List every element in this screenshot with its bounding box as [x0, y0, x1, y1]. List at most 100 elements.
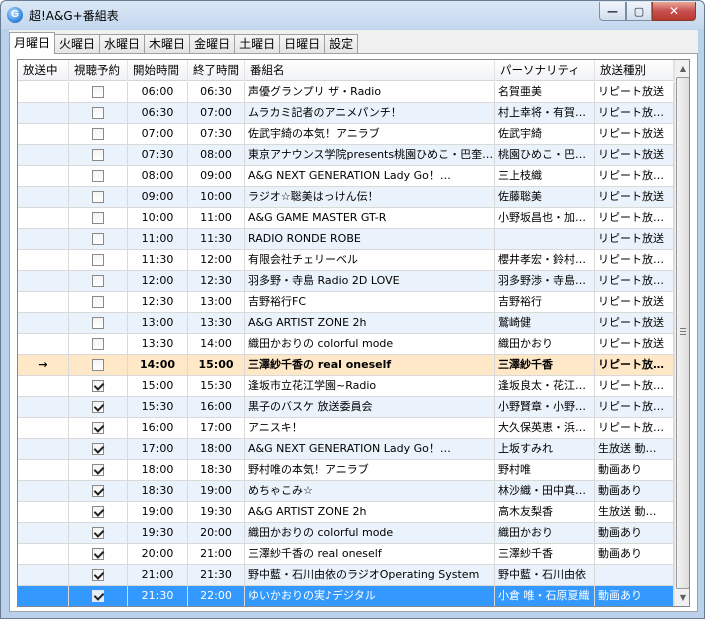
reserve-checkbox[interactable] [92, 548, 104, 560]
reserve-checkbox[interactable] [92, 443, 104, 455]
scroll-thumb[interactable] [676, 77, 689, 589]
program-title: A&G ARTIST ZONE 2h [245, 502, 495, 523]
start-time: 12:30 [128, 292, 188, 313]
table-row[interactable]: 15:30 16:00 黒子のバスケ 放送委員会 小野賢章・小野… リピート放送 … [18, 397, 674, 418]
vertical-scrollbar[interactable]: ▲ ▼ [674, 60, 689, 606]
column-header[interactable]: 放送中 [18, 60, 69, 81]
table-row[interactable]: 21:00 21:30 野中藍・石川由依のラジオOperating System 野中… [18, 565, 674, 586]
reserve-checkbox[interactable] [92, 86, 104, 98]
tab-6[interactable]: 日曜日 [279, 34, 326, 54]
table-row[interactable]: 10:00 11:00 A&G GAME MASTER GT-R 小野坂昌也・加… リピ… [18, 208, 674, 229]
start-time: 06:30 [128, 103, 188, 124]
schedule-grid[interactable]: 放送中 視聴予約 開始時間 終了時間 番組名 パーソナリティ 放送種別 06:00 06:30… [17, 59, 690, 607]
reserve-checkbox[interactable] [92, 464, 104, 476]
table-row[interactable]: 07:30 08:00 東京アナウンス学院presents桃園ひめこ・巴奎依… 桃園ひ… [18, 145, 674, 166]
reserve-checkbox[interactable] [92, 212, 104, 224]
table-row[interactable]: 15:00 15:30 逢坂市立花江学園~Radio 逢坂良太・花江… リピート放送 … [18, 376, 674, 397]
reserve-checkbox[interactable] [92, 254, 104, 266]
table-row[interactable]: 16:00 17:00 アニスキ！ 大久保英恵・浜… リピート放送 … [18, 418, 674, 439]
reserve-checkbox[interactable] [92, 317, 104, 329]
table-row[interactable]: 11:30 12:00 有限会社チェリーベル 櫻井孝宏・鈴村… リピート放送 … [18, 250, 674, 271]
reserve-checkbox[interactable] [92, 275, 104, 287]
start-time: 11:30 [128, 250, 188, 271]
table-row[interactable]: → 14:00 15:00 三澤紗千香の real oneself 三澤紗千香 リピート放… [18, 355, 674, 376]
reserve-checkbox[interactable] [92, 506, 104, 518]
personality: 三澤紗千香 [495, 544, 595, 565]
reserve-checkbox[interactable] [92, 569, 104, 581]
table-row[interactable]: 07:00 07:30 佐武宇綺の本気！アニラブ 佐武宇綺 リピート放送 [18, 124, 674, 145]
reserve-checkbox[interactable] [92, 590, 104, 602]
table-row[interactable]: 19:00 19:30 A&G ARTIST ZONE 2h 高木友梨香 生放送 動… [18, 502, 674, 523]
onair-indicator [18, 460, 69, 481]
day-tabs: 月曜日 火曜日 水曜日 木曜日 金曜日 土曜日 日曜日 設定 [9, 32, 359, 54]
tab-4[interactable]: 金曜日 [189, 34, 236, 54]
personality: 三澤紗千香 [495, 355, 595, 376]
reserve-checkbox[interactable] [92, 170, 104, 182]
table-row[interactable]: 18:30 19:00 めちゃこみ☆ 林沙織・田中真… 動画あり [18, 481, 674, 502]
table-row[interactable]: 13:30 14:00 織田かおりの colorful mode 織田かおり リピート放… [18, 334, 674, 355]
program-title: ムラカミ記者のアニメパンチ！ [245, 103, 495, 124]
reserve-checkbox[interactable] [92, 191, 104, 203]
table-row[interactable]: 08:00 09:00 A&G NEXT GENERATION Lady Go！… 三… [18, 166, 674, 187]
personality: 大久保英恵・浜… [495, 418, 595, 439]
column-header[interactable]: パーソナリティ [495, 60, 595, 81]
reserve-checkbox[interactable] [92, 422, 104, 434]
reserve-checkbox[interactable] [92, 380, 104, 392]
broadcast-type: 生放送 動… [595, 439, 674, 460]
personality: 小野坂昌也・加… [495, 208, 595, 229]
column-header[interactable]: 放送種別 [595, 60, 674, 81]
app-icon[interactable]: G [7, 7, 23, 23]
table-row[interactable]: 17:00 18:00 A&G NEXT GENERATION Lady Go！… 上… [18, 439, 674, 460]
program-title: 佐武宇綺の本気！アニラブ [245, 124, 495, 145]
tab-1[interactable]: 火曜日 [54, 34, 101, 54]
end-time: 18:30 [188, 460, 245, 481]
personality: 野村唯 [495, 460, 595, 481]
tab-2[interactable]: 水曜日 [99, 34, 146, 54]
table-row[interactable]: 21:30 22:00 ゆいかおりの実♪デジタル 小倉 唯・石原夏織 動画あり [18, 586, 674, 606]
column-header[interactable]: 視聴予約 [69, 60, 128, 81]
tab-7[interactable]: 設定 [324, 34, 359, 54]
reserve-checkbox[interactable] [92, 359, 104, 371]
table-row[interactable]: 06:30 07:00 ムラカミ記者のアニメパンチ！ 村上幸将・有賀… リピート放送 … [18, 103, 674, 124]
table-row[interactable]: 13:00 13:30 A&G ARTIST ZONE 2h 鷲崎健 リピート放送 [18, 313, 674, 334]
reserve-checkbox[interactable] [92, 233, 104, 245]
scroll-up-button[interactable]: ▲ [675, 60, 689, 77]
reserve-checkbox[interactable] [92, 107, 104, 119]
personality: 織田かおり [495, 334, 595, 355]
reserve-checkbox[interactable] [92, 296, 104, 308]
column-header[interactable]: 番組名 [245, 60, 495, 81]
program-title: 三澤紗千香の real oneself [245, 544, 495, 565]
reserve-cell [69, 586, 128, 606]
onair-indicator [18, 271, 69, 292]
tab-0[interactable]: 月曜日 [9, 32, 56, 54]
end-time: 19:00 [188, 481, 245, 502]
reserve-cell [69, 271, 128, 292]
tab-3[interactable]: 木曜日 [144, 34, 191, 54]
table-row[interactable]: 09:00 10:00 ラジオ☆聡美はっけん伝！ 佐藤聡美 リピート放送 [18, 187, 674, 208]
scroll-down-button[interactable]: ▼ [675, 589, 689, 606]
reserve-checkbox[interactable] [92, 485, 104, 497]
window-title: 超!A&G+番組表 [29, 9, 119, 23]
reserve-checkbox[interactable] [92, 338, 104, 350]
table-row[interactable]: 19:30 20:00 織田かおりの colorful mode 織田かおり 動画あり [18, 523, 674, 544]
table-row[interactable]: 18:00 18:30 野村唯の本気！アニラブ 野村唯 動画あり [18, 460, 674, 481]
reserve-checkbox[interactable] [92, 401, 104, 413]
end-time: 21:30 [188, 565, 245, 586]
maximize-button[interactable]: ▢ [626, 2, 652, 21]
reserve-checkbox[interactable] [92, 149, 104, 161]
table-row[interactable]: 20:00 21:00 三澤紗千香の real oneself 三澤紗千香 動画あり [18, 544, 674, 565]
table-row[interactable]: 11:00 11:30 RADIO RONDE ROBE リピート放送 [18, 229, 674, 250]
close-button[interactable]: ✕ [652, 2, 696, 21]
title-bar[interactable]: G 超!A&G+番組表 — ▢ ✕ [1, 1, 704, 29]
table-row[interactable]: 06:00 06:30 声優グランプリ ザ・Radio 名賀亜美 リピート放送 [18, 82, 674, 103]
column-header[interactable]: 終了時間 [188, 60, 245, 81]
column-header[interactable]: 開始時間 [128, 60, 188, 81]
table-row[interactable]: 12:30 13:00 吉野裕行FC 吉野裕行 リピート放送 [18, 292, 674, 313]
reserve-checkbox[interactable] [92, 128, 104, 140]
reserve-cell [69, 145, 128, 166]
tab-5[interactable]: 土曜日 [234, 34, 281, 54]
minimize-button[interactable]: — [599, 2, 626, 21]
table-row[interactable]: 12:00 12:30 羽多野・寺島 Radio 2D LOVE 羽多野渉・寺島… リピ… [18, 271, 674, 292]
program-title: ゆいかおりの実♪デジタル [245, 586, 495, 606]
reserve-checkbox[interactable] [92, 527, 104, 539]
